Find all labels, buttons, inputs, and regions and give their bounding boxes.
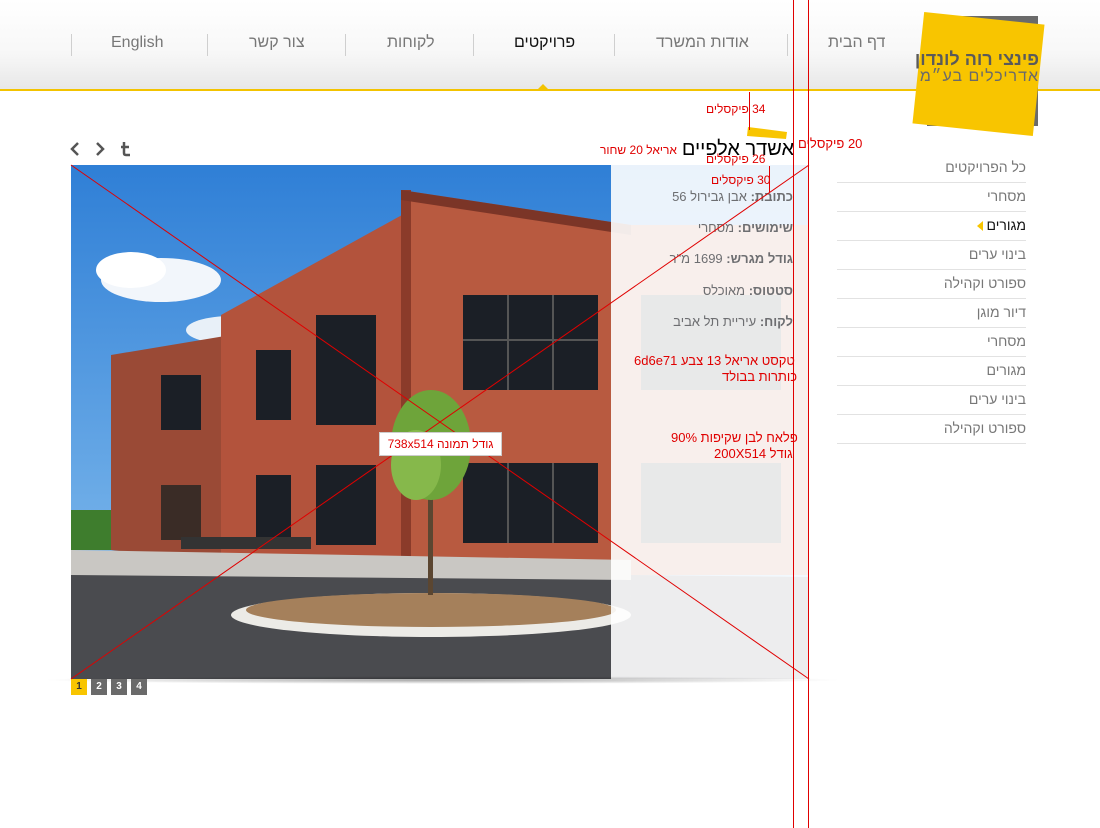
photo-shadow: [40, 676, 845, 684]
info-label: גודל מגרש:: [726, 251, 793, 266]
annotation-bold-headers: כותרות בבולד: [722, 369, 798, 384]
sidebar-item-sport[interactable]: ספורט וקהילה: [837, 270, 1026, 299]
nav-item-home[interactable]: דף הבית: [828, 34, 885, 52]
nav-separator: [345, 34, 346, 56]
sidebar-item-urban-2[interactable]: בינוי ערים: [837, 386, 1026, 415]
chevron-right-icon[interactable]: [93, 140, 107, 161]
nav-separator: [614, 34, 615, 56]
sidebar-item-commercial[interactable]: מסחרי: [837, 183, 1026, 212]
annotation-image-size: גודל תמונה 738x514: [379, 432, 502, 456]
nav-item-about[interactable]: אודות המשרד: [656, 34, 749, 52]
sidebar-item-assisted-living[interactable]: דיור מוגן: [837, 299, 1026, 328]
info-value: 1699 מ"ר: [669, 251, 723, 266]
sidebar-item-label: כל הפרויקטים: [945, 159, 1026, 175]
info-row-client: לקוח: עיריית תל אביב: [673, 314, 793, 329]
page-button-1[interactable]: 1: [71, 679, 87, 695]
sidebar-item-label: מגורים: [986, 217, 1026, 233]
logo-subtitle: אדריכלים בע״מ: [919, 68, 1039, 85]
sidebar-item-label: ספורט וקהילה: [943, 275, 1026, 291]
annotation-title-font: אריאל 20 שחור: [600, 143, 677, 157]
chevron-left-icon[interactable]: [68, 140, 82, 161]
annotation-panel-opacity: פלאח לבן שקיפות 90%: [671, 430, 798, 445]
info-value: אבן גבירול 56: [672, 189, 747, 204]
info-label: שימושים:: [737, 220, 793, 235]
info-value: מאוכלס: [702, 283, 746, 298]
nav-item-clients[interactable]: לקוחות: [387, 34, 435, 52]
guide-line: [793, 0, 794, 828]
sidebar-item-residential-2[interactable]: מגורים: [837, 357, 1026, 386]
info-panel: [611, 165, 809, 679]
info-row-lot-size: גודל מגרש: 1699 מ"ר: [670, 251, 793, 266]
nav-item-contact[interactable]: צור קשר: [249, 34, 305, 52]
annotation-20px: 20 פיקסלים: [798, 136, 863, 151]
active-sidebar-arrow-icon: [977, 221, 983, 231]
sidebar-item-label: מגורים: [986, 362, 1026, 378]
sidebar-item-urban[interactable]: בינוי ערים: [837, 241, 1026, 270]
sidebar-item-commercial-2[interactable]: מסחרי: [837, 328, 1026, 357]
sidebar-item-label: מסחרי: [987, 333, 1026, 349]
info-label: סטטוס:: [748, 283, 793, 298]
sidebar-item-label: ספורט וקהילה: [943, 420, 1026, 436]
sidebar-item-label: בינוי ערים: [968, 246, 1026, 262]
info-row-uses: שימושים: מסחרי: [698, 220, 793, 235]
info-value: מסחרי: [697, 220, 735, 235]
annotation-text-style: טקסט אריאל 13 צבע 6d6e71: [634, 353, 795, 368]
page-button-2[interactable]: 2: [91, 679, 107, 695]
annotation-panel-size: גודל 200X514: [714, 446, 793, 461]
nav-separator: [71, 34, 72, 56]
nav-item-english[interactable]: English: [111, 34, 163, 52]
sidebar-item-label: מסחרי: [987, 188, 1026, 204]
sidebar-item-residential[interactable]: מגורים: [837, 212, 1026, 241]
info-label: לקוח:: [759, 314, 793, 329]
page-button-3[interactable]: 3: [111, 679, 127, 695]
guide-line: [808, 0, 809, 828]
sidebar-item-all-projects[interactable]: כל הפרויקטים: [837, 154, 1026, 183]
tumblr-icon[interactable]: [118, 140, 134, 161]
nav-separator: [473, 34, 474, 56]
annotation-30px: 30 פיקסלים: [711, 173, 771, 187]
annotation-26px: 26 פיקסלים: [706, 152, 766, 166]
nav-item-projects[interactable]: פרויקטים: [514, 34, 575, 52]
active-nav-indicator-icon: [536, 84, 550, 91]
sidebar-item-label: בינוי ערים: [968, 391, 1026, 407]
nav-separator: [207, 34, 208, 56]
info-row-status: סטטוס: מאוכלס: [703, 283, 793, 298]
nav-separator: [787, 34, 788, 56]
info-label: כתובת:: [750, 189, 793, 204]
sidebar-item-label: דיור מוגן: [976, 304, 1026, 320]
info-row-address: כתובת: אבן גבירול 56: [672, 189, 793, 204]
annotation-34px: 34 פיקסלים: [706, 102, 766, 116]
logo-title: פינצי רוה לונדון: [914, 49, 1039, 69]
sidebar-item-sport-2[interactable]: ספורט וקהילה: [837, 415, 1026, 444]
info-value: עיריית תל אביב: [673, 314, 757, 329]
page-button-4[interactable]: 4: [131, 679, 147, 695]
